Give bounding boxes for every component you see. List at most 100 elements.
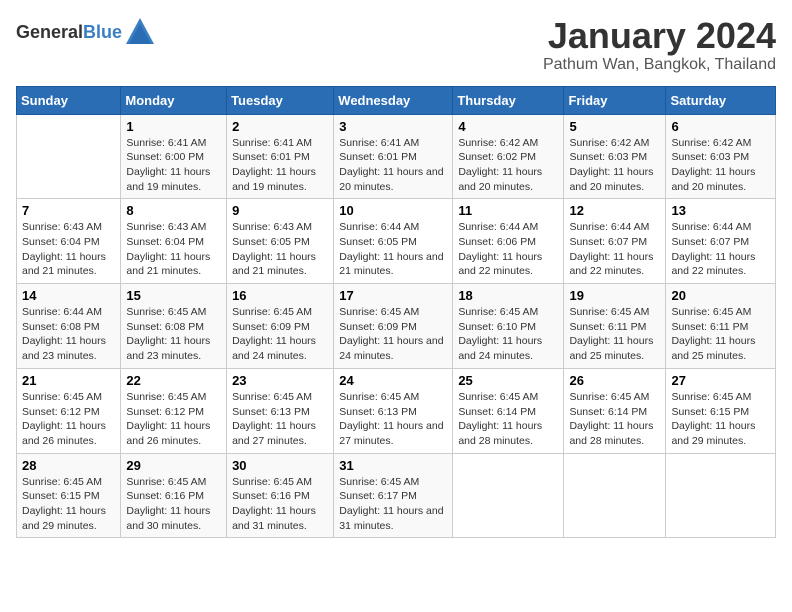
day-number: 15: [126, 288, 221, 303]
day-number: 16: [232, 288, 328, 303]
day-info: Sunrise: 6:43 AMSunset: 6:04 PMDaylight:…: [126, 220, 221, 279]
day-number: 18: [458, 288, 558, 303]
day-info: Sunrise: 6:44 AMSunset: 6:07 PMDaylight:…: [569, 220, 660, 279]
day-cell: 22Sunrise: 6:45 AMSunset: 6:12 PMDayligh…: [121, 368, 227, 453]
day-number: 24: [339, 373, 447, 388]
day-number: 31: [339, 458, 447, 473]
day-info: Sunrise: 6:45 AMSunset: 6:12 PMDaylight:…: [22, 390, 115, 449]
day-number: 19: [569, 288, 660, 303]
day-cell: 31 Sunrise: 6:45 AMSunset: 6:17 PMDayligh…: [334, 453, 453, 538]
day-number: 30: [232, 458, 328, 473]
day-number: 6: [671, 119, 770, 134]
page-header: GeneralBlue January 2024 Pathum Wan, Ban…: [16, 16, 776, 74]
day-info: Sunrise: 6:44 AMSunset: 6:07 PMDaylight:…: [671, 220, 770, 279]
day-info: Sunrise: 6:45 AMSunset: 6:11 PMDaylight:…: [569, 305, 660, 364]
day-number: 14: [22, 288, 115, 303]
day-cell: [564, 453, 666, 538]
day-info: Sunrise: 6:45 AMSunset: 6:15 PMDaylight:…: [22, 475, 115, 534]
day-cell: 26Sunrise: 6:45 AMSunset: 6:14 PMDayligh…: [564, 368, 666, 453]
day-number: 27: [671, 373, 770, 388]
header-friday: Friday: [564, 86, 666, 114]
day-number: 3: [339, 119, 447, 134]
day-cell: 4 Sunrise: 6:42 AMSunset: 6:02 PMDaylight…: [453, 114, 564, 199]
day-info: Sunrise: 6:45 AMSunset: 6:11 PMDaylight:…: [671, 305, 770, 364]
calendar-table: SundayMondayTuesdayWednesdayThursdayFrid…: [16, 86, 776, 539]
header-sunday: Sunday: [17, 86, 121, 114]
day-cell: 8Sunrise: 6:43 AMSunset: 6:04 PMDaylight…: [121, 199, 227, 284]
day-info: Sunrise: 6:45 AMSunset: 6:13 PMDaylight:…: [339, 390, 447, 449]
day-number: 22: [126, 373, 221, 388]
day-info: Sunrise: 6:43 AMSunset: 6:05 PMDaylight:…: [232, 220, 328, 279]
day-info: Sunrise: 6:45 AMSunset: 6:16 PMDaylight:…: [232, 475, 328, 534]
day-info: Sunrise: 6:44 AMSunset: 6:08 PMDaylight:…: [22, 305, 115, 364]
day-cell: 19 Sunrise: 6:45 AMSunset: 6:11 PMDayligh…: [564, 284, 666, 369]
header-wednesday: Wednesday: [334, 86, 453, 114]
header-thursday: Thursday: [453, 86, 564, 114]
day-number: 7: [22, 203, 115, 218]
logo-text: GeneralBlue: [16, 22, 122, 43]
day-number: 26: [569, 373, 660, 388]
day-info: Sunrise: 6:41 AMSunset: 6:01 PMDaylight:…: [232, 136, 328, 195]
day-info: Sunrise: 6:45 AMSunset: 6:08 PMDaylight:…: [126, 305, 221, 364]
title-block: January 2024 Pathum Wan, Bangkok, Thaila…: [543, 16, 776, 74]
day-info: Sunrise: 6:43 AMSunset: 6:04 PMDaylight:…: [22, 220, 115, 279]
day-cell: 5 Sunrise: 6:42 AMSunset: 6:03 PMDaylight…: [564, 114, 666, 199]
week-row-4: 21Sunrise: 6:45 AMSunset: 6:12 PMDayligh…: [17, 368, 776, 453]
day-cell: 1 Sunrise: 6:41 AMSunset: 6:00 PMDaylight…: [121, 114, 227, 199]
week-row-2: 7 Sunrise: 6:43 AMSunset: 6:04 PMDaylight…: [17, 199, 776, 284]
week-row-5: 28Sunrise: 6:45 AMSunset: 6:15 PMDayligh…: [17, 453, 776, 538]
day-cell: 21Sunrise: 6:45 AMSunset: 6:12 PMDayligh…: [17, 368, 121, 453]
week-row-1: 1 Sunrise: 6:41 AMSunset: 6:00 PMDaylight…: [17, 114, 776, 199]
day-cell: [17, 114, 121, 199]
day-number: 1: [126, 119, 221, 134]
day-number: 23: [232, 373, 328, 388]
day-info: Sunrise: 6:42 AMSunset: 6:02 PMDaylight:…: [458, 136, 558, 195]
header-saturday: Saturday: [666, 86, 776, 114]
day-cell: 18 Sunrise: 6:45 AMSunset: 6:10 PMDayligh…: [453, 284, 564, 369]
day-info: Sunrise: 6:45 AMSunset: 6:16 PMDaylight:…: [126, 475, 221, 534]
header-monday: Monday: [121, 86, 227, 114]
week-row-3: 14 Sunrise: 6:44 AMSunset: 6:08 PMDayligh…: [17, 284, 776, 369]
day-cell: 20Sunrise: 6:45 AMSunset: 6:11 PMDayligh…: [666, 284, 776, 369]
day-info: Sunrise: 6:44 AMSunset: 6:05 PMDaylight:…: [339, 220, 447, 279]
day-cell: 30 Sunrise: 6:45 AMSunset: 6:16 PMDayligh…: [227, 453, 334, 538]
day-info: Sunrise: 6:45 AMSunset: 6:13 PMDaylight:…: [232, 390, 328, 449]
logo: GeneralBlue: [16, 16, 156, 48]
subtitle: Pathum Wan, Bangkok, Thailand: [543, 56, 776, 74]
day-number: 17: [339, 288, 447, 303]
day-cell: 24 Sunrise: 6:45 AMSunset: 6:13 PMDayligh…: [334, 368, 453, 453]
day-cell: 3 Sunrise: 6:41 AMSunset: 6:01 PMDaylight…: [334, 114, 453, 199]
day-cell: 28Sunrise: 6:45 AMSunset: 6:15 PMDayligh…: [17, 453, 121, 538]
logo-blue: Blue: [83, 22, 122, 42]
day-info: Sunrise: 6:45 AMSunset: 6:09 PMDaylight:…: [232, 305, 328, 364]
day-cell: 11 Sunrise: 6:44 AMSunset: 6:06 PMDayligh…: [453, 199, 564, 284]
day-info: Sunrise: 6:42 AMSunset: 6:03 PMDaylight:…: [569, 136, 660, 195]
day-cell: 25Sunrise: 6:45 AMSunset: 6:14 PMDayligh…: [453, 368, 564, 453]
day-info: Sunrise: 6:41 AMSunset: 6:01 PMDaylight:…: [339, 136, 447, 195]
day-info: Sunrise: 6:45 AMSunset: 6:10 PMDaylight:…: [458, 305, 558, 364]
day-number: 29: [126, 458, 221, 473]
day-number: 13: [671, 203, 770, 218]
day-cell: 16 Sunrise: 6:45 AMSunset: 6:09 PMDayligh…: [227, 284, 334, 369]
day-cell: 13 Sunrise: 6:44 AMSunset: 6:07 PMDayligh…: [666, 199, 776, 284]
day-number: 12: [569, 203, 660, 218]
day-cell: [453, 453, 564, 538]
day-cell: [666, 453, 776, 538]
day-info: Sunrise: 6:45 AMSunset: 6:17 PMDaylight:…: [339, 475, 447, 534]
day-number: 2: [232, 119, 328, 134]
logo-icon: [124, 16, 156, 48]
header-row: SundayMondayTuesdayWednesdayThursdayFrid…: [17, 86, 776, 114]
day-info: Sunrise: 6:41 AMSunset: 6:00 PMDaylight:…: [126, 136, 221, 195]
day-cell: 12 Sunrise: 6:44 AMSunset: 6:07 PMDayligh…: [564, 199, 666, 284]
header-tuesday: Tuesday: [227, 86, 334, 114]
day-number: 5: [569, 119, 660, 134]
day-number: 11: [458, 203, 558, 218]
main-title: January 2024: [543, 16, 776, 56]
day-cell: 27Sunrise: 6:45 AMSunset: 6:15 PMDayligh…: [666, 368, 776, 453]
day-cell: 7 Sunrise: 6:43 AMSunset: 6:04 PMDaylight…: [17, 199, 121, 284]
day-number: 10: [339, 203, 447, 218]
day-number: 25: [458, 373, 558, 388]
day-info: Sunrise: 6:44 AMSunset: 6:06 PMDaylight:…: [458, 220, 558, 279]
day-cell: 6Sunrise: 6:42 AMSunset: 6:03 PMDaylight…: [666, 114, 776, 199]
day-number: 4: [458, 119, 558, 134]
